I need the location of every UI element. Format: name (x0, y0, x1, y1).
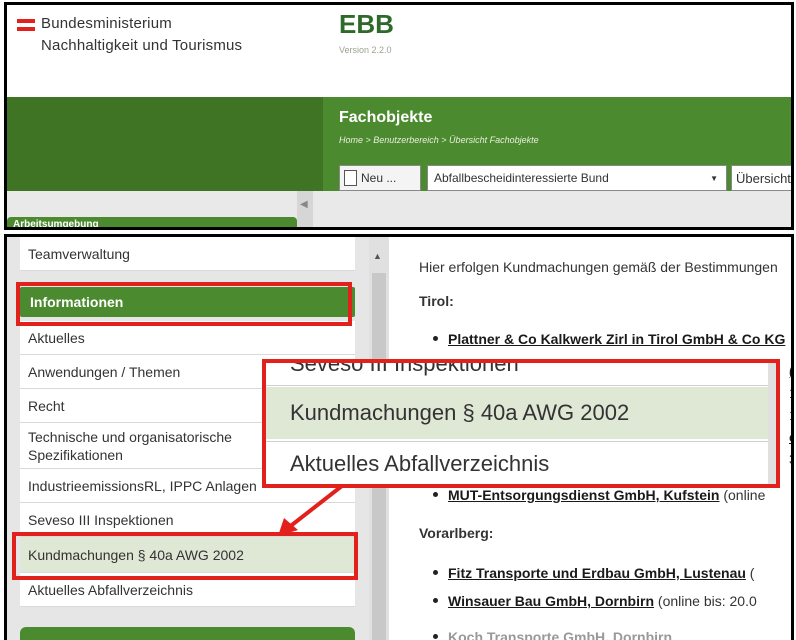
link-mut[interactable]: MUT-Entsorgungsdienst GmbH, Kufstein (448, 487, 719, 503)
heading-tirol: Tirol: (419, 293, 454, 309)
bullet-icon (433, 335, 438, 341)
sidebar-scrollbar[interactable] (297, 191, 313, 227)
bullet-icon (433, 597, 438, 603)
sidebar-item-label: Recht (28, 397, 65, 414)
zoom-item-kundmachungen: Kundmachungen § 40a AWG 2002 (266, 387, 776, 439)
list-item: Koch Transporte GmbH, Dornbirn (433, 629, 672, 640)
scroll-left-icon[interactable]: ◀ (300, 199, 308, 210)
brand-area: Bundesministerium Nachhaltigkeit und Tou… (7, 5, 323, 97)
sidebar-item-label: Aktuelles Abfallverzeichnis (28, 581, 193, 598)
online-until: ( (749, 565, 755, 581)
new-button-label: Neu ... (361, 171, 397, 185)
link-fragment[interactable]: c (789, 429, 791, 445)
link-plattner[interactable]: Plattner & Co Kalkwerk Zirl in Tirol Gmb… (448, 331, 785, 347)
chevron-down-icon: ▼ (710, 174, 718, 183)
header-band-left (7, 97, 323, 191)
link-fragment[interactable]: (D (789, 363, 791, 379)
content-intro: Hier erfolgen Kundmachungen gemäß der Be… (419, 259, 778, 275)
page-title: Fachobjekte (339, 109, 433, 126)
link-partial[interactable]: Koch Transporte GmbH, Dornbirn (448, 629, 672, 640)
bullet-icon (433, 491, 438, 497)
app-version: Version 2.2.0 (339, 45, 392, 55)
object-type-select-value: Abfallbescheidinteressierte Bund (434, 171, 609, 185)
zoom-callout: Seveso III Inspektionen Kundmachungen § … (262, 359, 780, 488)
heading-vorarlberg: Vorarlberg: (419, 525, 494, 541)
bullet-icon (433, 569, 438, 575)
sidebar-item-label: Anwendungen / Themen (28, 363, 181, 380)
link-winsauer[interactable]: Winsauer Bau GmbH, Dornbirn (448, 593, 654, 609)
sidebar-section-zar[interactable] (20, 627, 355, 640)
scroll-up-icon[interactable]: ▲ (373, 251, 382, 261)
new-button[interactable]: Neu ... (339, 165, 421, 191)
overview-button[interactable]: Übersicht (731, 165, 791, 191)
list-item: Fitz Transporte und Erdbau GmbH, Lustena… (433, 565, 754, 581)
zoom-scrollbar (768, 363, 776, 484)
list-item: Plattner & Co Kalkwerk Zirl in Tirol Gmb… (433, 331, 785, 347)
brand-ministry-line1: Bundesministerium (41, 15, 172, 32)
sidebar-item-teamverwaltung[interactable]: Teamverwaltung (20, 237, 355, 271)
app-title: EBB (339, 9, 394, 39)
zoom-item-abfallverzeichnis: Aktuelles Abfallverzeichnis (290, 451, 550, 476)
zoom-divider (266, 441, 776, 442)
new-document-icon (344, 170, 357, 186)
sidebar-item-label: Teamverwaltung (28, 245, 130, 262)
breadcrumb[interactable]: Home > Benutzerbereich > Übersicht Facho… (339, 135, 539, 145)
sidebar-item-label: Seveso III Inspektionen (28, 511, 174, 528)
top-screenshot-panel: Bundesministerium Nachhaltigkeit und Tou… (4, 2, 794, 230)
bullet-icon (433, 633, 438, 639)
brand-ministry-line2: Nachhaltigkeit und Tourismus (41, 37, 243, 54)
online-until: (online bis: 20.0 (657, 593, 757, 609)
highlight-kundmachungen (12, 532, 358, 580)
zoom-item-label: Kundmachungen § 40a AWG 2002 (290, 400, 630, 425)
online-until: (online (723, 487, 766, 503)
sidebar-item-label: IndustrieemissionsRL, IPPC Anlagen (28, 477, 257, 494)
austria-flag-icon (17, 19, 35, 31)
zoom-item-seveso: Seveso III Inspektionen (290, 359, 519, 376)
zoom-divider (266, 385, 776, 386)
list-item: Winsauer Bau GmbH, Dornbirn (online bis:… (433, 593, 757, 609)
sidebar-item-label: Aktuelles (28, 329, 85, 346)
text-fragment: 1 (789, 407, 791, 423)
link-fitz[interactable]: Fitz Transporte und Erdbau GmbH, Lustena… (448, 565, 746, 581)
list-item: MUT-Entsorgungsdienst GmbH, Kufstein (on… (433, 487, 765, 503)
highlight-informationen (16, 282, 352, 326)
object-type-select[interactable]: Abfallbescheidinteressierte Bund ▼ (427, 165, 727, 191)
work-environment-label: Arbeitsumgebung (13, 219, 99, 230)
text-fragment: 3. (789, 451, 791, 467)
text-fragment: 14 (789, 385, 791, 401)
sidebar-item-aktuelles[interactable]: Aktuelles (20, 321, 355, 355)
sidebar-item-label: Technische und organisatorische Spezifik… (28, 428, 232, 463)
